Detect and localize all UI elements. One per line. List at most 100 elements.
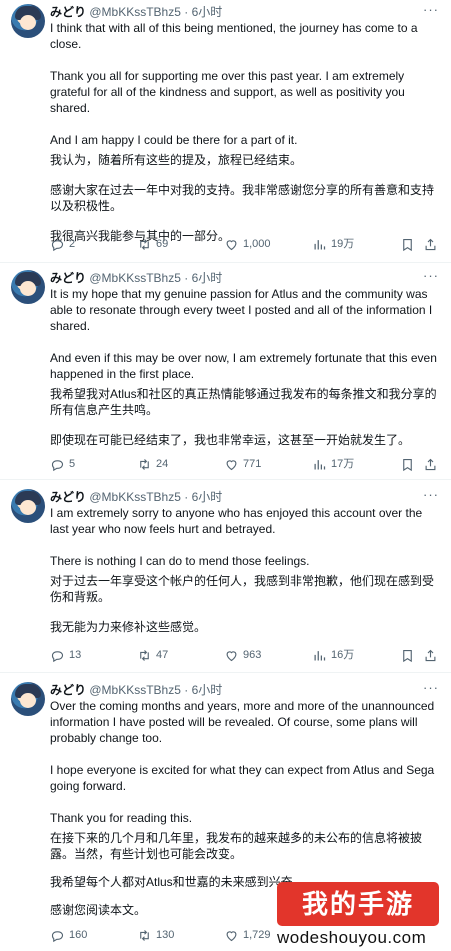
tweet-paragraph: 我认为，随着所有这些的提及，旅程已经结束。 bbox=[50, 153, 303, 167]
like-button[interactable]: 771 bbox=[224, 456, 261, 472]
reply-button[interactable]: 160 bbox=[50, 927, 87, 943]
tweet-time[interactable]: · 6小时 bbox=[184, 271, 222, 285]
bookmark-button[interactable] bbox=[400, 456, 419, 472]
repost-count: 47 bbox=[156, 649, 169, 661]
tweet-paragraph: 感谢大家在过去一年中对我的支持。我非常感谢您分享的所有善意和支持以及积极性。 bbox=[50, 183, 435, 213]
watermark-logo: 我的手游 wodeshouyou.com bbox=[277, 878, 451, 951]
share-button[interactable] bbox=[423, 647, 442, 663]
views-icon bbox=[314, 459, 326, 469]
tweet-paragraph: Thank you for reading this. bbox=[50, 811, 193, 825]
repost-count: 24 bbox=[156, 458, 169, 470]
share-icon bbox=[425, 238, 436, 250]
share-button[interactable] bbox=[423, 236, 442, 252]
tweet[interactable]: みどり @MbKKssTBhz5 · 6小时 ··· I am extremel… bbox=[0, 485, 451, 673]
heart-icon bbox=[226, 459, 237, 470]
author-handle[interactable]: @MbKKssTBhz5 bbox=[89, 490, 181, 504]
like-count: 771 bbox=[243, 458, 262, 470]
author-handle[interactable]: @MbKKssTBhz5 bbox=[89, 5, 181, 19]
tweet-paragraph: And I am happy I could be there for a pa… bbox=[50, 133, 298, 147]
reply-icon bbox=[51, 459, 64, 471]
heart-icon bbox=[226, 239, 237, 250]
author-name[interactable]: みどり bbox=[50, 5, 86, 19]
bookmark-icon bbox=[403, 649, 412, 662]
views-count: 16万 bbox=[331, 649, 355, 661]
repost-button[interactable]: 47 bbox=[137, 647, 168, 663]
repost-icon bbox=[140, 458, 149, 470]
tweet-text: I am extremely sorry to anyone who has e… bbox=[50, 505, 443, 635]
tweet[interactable]: みどり @MbKKssTBhz5 · 6小时 ··· It is my hope… bbox=[0, 266, 451, 480]
tweet-paragraph: 我无能为力来修补这些感觉。 bbox=[50, 620, 207, 634]
tweet-time[interactable]: · 6小时 bbox=[184, 490, 222, 504]
like-button[interactable]: 963 bbox=[224, 647, 261, 663]
tweet-time[interactable]: · 6小时 bbox=[184, 5, 222, 19]
tweet-paragraph: I hope everyone is excited for what they… bbox=[50, 763, 435, 793]
avatar[interactable] bbox=[11, 270, 45, 304]
heart-icon bbox=[226, 930, 237, 941]
tweet-paragraph: I think that with all of this being ment… bbox=[50, 21, 418, 51]
bookmark-button[interactable] bbox=[400, 647, 419, 663]
views-button[interactable]: 19万 bbox=[312, 236, 354, 252]
reply-icon bbox=[51, 650, 64, 662]
repost-icon bbox=[140, 929, 149, 941]
reply-button[interactable]: 13 bbox=[50, 647, 81, 663]
reply-button[interactable]: 5 bbox=[50, 456, 75, 472]
watermark-url: wodeshouyou.com bbox=[277, 928, 427, 947]
tweet[interactable]: みどり @MbKKssTBhz5 · 6小时 ··· I think that … bbox=[0, 0, 451, 263]
share-button[interactable] bbox=[423, 456, 442, 472]
tweet-header: みどり @MbKKssTBhz5 · 6小时 bbox=[50, 488, 443, 506]
tweet-paragraph: It is my hope that my genuine passion fo… bbox=[50, 287, 433, 333]
tweet-actions: 5 24 771 17万 bbox=[50, 456, 441, 472]
author-handle[interactable]: @MbKKssTBhz5 bbox=[89, 271, 181, 285]
more-icon[interactable]: ··· bbox=[423, 487, 439, 502]
reply-count: 5 bbox=[69, 458, 76, 470]
tweet-paragraph: There is nothing I can do to mend those … bbox=[50, 554, 310, 568]
author-name[interactable]: みどり bbox=[50, 683, 86, 697]
repost-button[interactable]: 130 bbox=[137, 927, 174, 943]
views-count: 17万 bbox=[331, 458, 355, 470]
tweet-header: みどり @MbKKssTBhz5 · 6小时 bbox=[50, 681, 443, 699]
views-button[interactable]: 16万 bbox=[312, 647, 354, 663]
author-name[interactable]: みどり bbox=[50, 490, 86, 504]
repost-button[interactable]: 24 bbox=[137, 456, 168, 472]
tweet-actions: 2 69 1,000 19万 bbox=[50, 236, 441, 252]
reply-count: 2 bbox=[69, 238, 76, 250]
avatar[interactable] bbox=[11, 4, 45, 38]
views-button[interactable]: 17万 bbox=[312, 456, 354, 472]
repost-icon bbox=[140, 649, 149, 661]
repost-count: 69 bbox=[156, 238, 169, 250]
bookmark-button[interactable] bbox=[400, 236, 419, 252]
views-icon bbox=[314, 239, 326, 249]
share-icon bbox=[425, 649, 436, 661]
tweet-header: みどり @MbKKssTBhz5 · 6小时 bbox=[50, 3, 443, 21]
more-icon[interactable]: ··· bbox=[423, 2, 439, 17]
repost-icon bbox=[140, 238, 149, 250]
tweet-text: It is my hope that my genuine passion fo… bbox=[50, 286, 443, 448]
author-name[interactable]: みどり bbox=[50, 271, 86, 285]
tweet-paragraph: I am extremely sorry to anyone who has e… bbox=[50, 506, 423, 536]
tweet-paragraph: Over the coming months and years, more a… bbox=[50, 699, 435, 745]
share-icon bbox=[425, 458, 436, 470]
tweet-paragraph: 在接下来的几个月和几年里，我发布的越来越多的未公布的信息将被披露。当然，有些计划… bbox=[50, 831, 423, 861]
like-button[interactable]: 1,000 bbox=[224, 236, 271, 252]
reply-count: 160 bbox=[69, 929, 88, 941]
like-count: 963 bbox=[243, 649, 262, 661]
repost-button[interactable]: 69 bbox=[137, 236, 168, 252]
bookmark-icon bbox=[403, 458, 412, 471]
avatar[interactable] bbox=[11, 489, 45, 523]
avatar[interactable] bbox=[11, 682, 45, 716]
reply-button[interactable]: 2 bbox=[50, 236, 75, 252]
more-icon[interactable]: ··· bbox=[423, 268, 439, 283]
tweet-header: みどり @MbKKssTBhz5 · 6小时 bbox=[50, 269, 443, 287]
reply-icon bbox=[51, 239, 64, 251]
like-button[interactable]: 1,729 bbox=[224, 927, 271, 943]
tweet-paragraph: 我希望我对Atlus和社区的真正热情能够通过我发布的每条推文和我分享的所有信息产… bbox=[50, 387, 437, 417]
tweet-paragraph: 对于过去一年享受这个帐户的任何人，我感到非常抱歉，他们现在感到受伤和背叛。 bbox=[50, 574, 435, 604]
views-count: 19万 bbox=[331, 238, 355, 250]
tweet-text: I think that with all of this being ment… bbox=[50, 20, 443, 244]
more-icon[interactable]: ··· bbox=[423, 680, 439, 695]
tweet-time[interactable]: · 6小时 bbox=[184, 683, 222, 697]
reply-count: 13 bbox=[69, 649, 82, 661]
like-count: 1,729 bbox=[243, 929, 271, 941]
like-count: 1,000 bbox=[243, 238, 271, 250]
author-handle[interactable]: @MbKKssTBhz5 bbox=[89, 683, 181, 697]
